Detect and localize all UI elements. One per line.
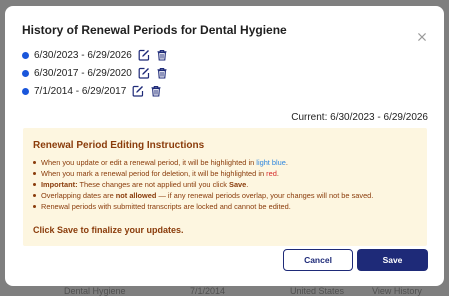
trash-icon[interactable]	[156, 49, 168, 61]
instruction-item: When you mark a renewal period for delet…	[33, 168, 373, 179]
instructions-footer: Click Save to finalize your updates.	[33, 225, 184, 235]
backdrop-table-row: Dental Hygiene 7/1/2014 United States Vi…	[0, 286, 449, 296]
instruction-text: Overlapping dates are	[41, 191, 116, 200]
edit-icon[interactable]	[132, 85, 144, 97]
instruction-bold: Important:	[41, 180, 78, 189]
period-range: 6/30/2017 - 6/29/2020	[34, 67, 132, 79]
period-dot	[22, 69, 29, 77]
instruction-text: .	[276, 169, 279, 178]
cancel-button[interactable]: Cancel	[283, 249, 353, 271]
instruction-text: When you mark a renewal period for delet…	[41, 169, 267, 178]
renewal-history-modal: History of Renewal Periods for Dental Hy…	[5, 6, 444, 286]
trash-icon[interactable]	[156, 67, 168, 79]
instruction-bold: not allowed	[115, 191, 157, 200]
instruction-text: These changes are not applied until you …	[77, 180, 230, 189]
backdrop-cell: Dental Hygiene	[64, 286, 126, 296]
period-row: 7/1/2014 - 6/29/2017	[22, 84, 162, 98]
instruction-highlight-red: red	[266, 169, 277, 178]
period-row: 6/30/2017 - 6/29/2020	[22, 66, 168, 80]
period-range: 6/30/2023 - 6/29/2026	[34, 49, 132, 61]
instruction-bold: Save	[229, 180, 247, 189]
instruction-text: .	[285, 158, 288, 167]
instructions-title: Renewal Period Editing Instructions	[33, 140, 205, 151]
period-dot	[22, 87, 29, 95]
modal-title: History of Renewal Periods for Dental Hy…	[22, 23, 287, 37]
instruction-text: — if any renewal periods overlap, your c…	[156, 191, 374, 200]
edit-icon[interactable]	[138, 49, 150, 61]
backdrop-cell: View History	[372, 286, 422, 296]
instruction-item: When you update or edit a renewal period…	[33, 157, 373, 168]
close-icon[interactable]	[415, 30, 429, 44]
instruction-item: Renewal periods with submitted transcrip…	[33, 201, 373, 212]
trash-icon[interactable]	[150, 85, 162, 97]
edit-icon[interactable]	[138, 67, 150, 79]
instruction-text: Renewal periods with submitted transcrip…	[41, 202, 291, 211]
instruction-text: When you update or edit a renewal period…	[41, 158, 257, 167]
current-period-label: Current: 6/30/2023 - 6/29/2026	[291, 112, 428, 123]
backdrop-cell: United States	[290, 286, 345, 296]
save-button[interactable]: Save	[357, 249, 428, 271]
period-range: 7/1/2014 - 6/29/2017	[34, 85, 127, 97]
instruction-item: Important: These changes are not applied…	[33, 179, 373, 190]
backdrop-cell: 7/1/2014	[190, 286, 226, 296]
period-row: 6/30/2023 - 6/29/2026	[22, 48, 168, 62]
instructions-panel: Renewal Period Editing Instructions When…	[23, 128, 427, 246]
instruction-text: .	[246, 180, 249, 189]
instructions-list: When you update or edit a renewal period…	[33, 157, 373, 212]
period-dot	[22, 51, 29, 59]
instruction-highlight-blue: light blue	[256, 158, 286, 167]
instruction-item: Overlapping dates are not allowed — if a…	[33, 190, 373, 201]
